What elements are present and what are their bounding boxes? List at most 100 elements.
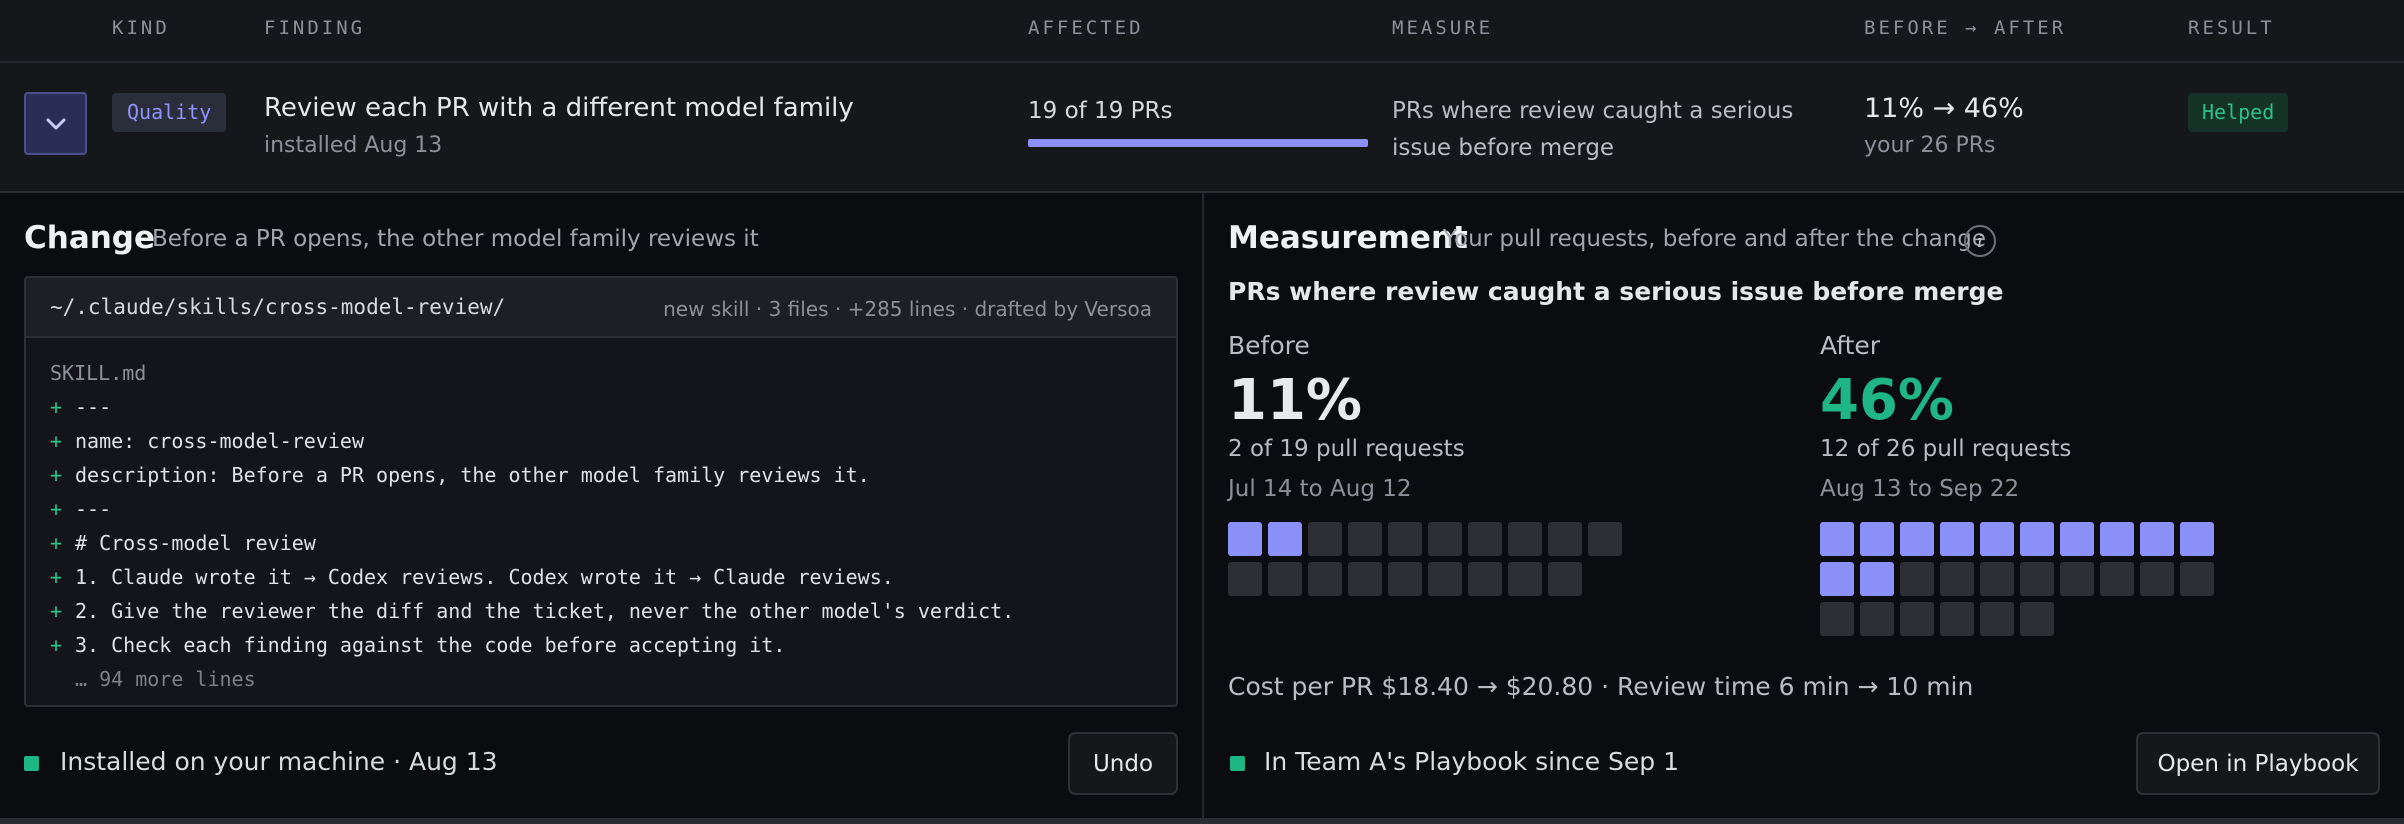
header-measure: MEASURE	[1392, 17, 1494, 39]
metric-title: PRs where review caught a serious issue …	[1228, 277, 2004, 306]
measurement-subtitle: Your pull requests, before and after the…	[1443, 226, 1987, 252]
pr-cell-caught	[1860, 562, 1894, 596]
pr-cell	[1588, 522, 1622, 556]
info-icon[interactable]: i	[1964, 225, 1996, 257]
pr-cell	[2020, 602, 2054, 636]
measure-text: PRs where review caught a serious issue …	[1392, 98, 1794, 161]
pr-cell	[1900, 562, 1934, 596]
pr-cell-caught	[1820, 562, 1854, 596]
code-more-lines[interactable]: … 94 more lines	[50, 662, 1014, 696]
pr-cell	[1268, 562, 1302, 596]
pr-cell	[1940, 562, 1974, 596]
after-count: 12 of 26 pull requests	[1820, 436, 2072, 462]
pr-cell	[2100, 562, 2134, 596]
code-preview: ~/.claude/skills/cross-model-review/ new…	[24, 276, 1178, 707]
after-value: 46%	[1820, 368, 1955, 433]
pr-cell	[1508, 562, 1542, 596]
pr-cell	[1428, 522, 1462, 556]
result-badge: Helped	[2188, 93, 2289, 132]
pr-cell	[2140, 562, 2174, 596]
pr-cell-caught	[1940, 522, 1974, 556]
pr-cell	[1820, 602, 1854, 636]
panel-divider	[1202, 193, 1204, 824]
finding-installed-date: installed Aug 13	[264, 133, 443, 158]
pr-cell	[1980, 562, 2014, 596]
pr-cell	[1348, 562, 1382, 596]
pr-cell	[1428, 562, 1462, 596]
header-before-after: BEFORE → AFTER	[1864, 17, 2067, 39]
bottom-border	[0, 818, 2404, 824]
pr-cell	[1900, 602, 1934, 636]
code-line: + name: cross-model-review	[50, 429, 364, 453]
before-after-sample: your 26 PRs	[1864, 133, 1996, 158]
installed-status-dot	[24, 756, 39, 771]
open-in-playbook-button[interactable]: Open in Playbook	[2136, 732, 2380, 795]
code-line: + # Cross-model review	[50, 531, 316, 555]
pr-cell	[1548, 562, 1582, 596]
pr-cell-caught	[2140, 522, 2174, 556]
header-result: RESULT	[2188, 17, 2275, 39]
before-after-value: 11% → 46%	[1864, 93, 2024, 124]
pr-cell	[1548, 522, 1582, 556]
table-header: KIND FINDING AFFECTED MEASURE BEFORE → A…	[0, 0, 2404, 63]
playbook-status-text: In Team A's Playbook since Sep 1	[1264, 747, 1680, 776]
code-body: SKILL.md + --- + name: cross-model-review …	[50, 356, 1014, 696]
pr-cell	[1388, 562, 1422, 596]
affected-progress-bar	[1028, 139, 1368, 147]
affected-count: 19 of 19 PRs	[1028, 98, 1173, 124]
pr-cell-caught	[1980, 522, 2014, 556]
code-line: + description: Before a PR opens, the oth…	[50, 463, 870, 487]
after-label: After	[1820, 331, 1881, 360]
pr-cell	[2060, 562, 2094, 596]
code-line: + ---	[50, 395, 112, 419]
after-range: Aug 13 to Sep 22	[1820, 476, 2020, 502]
change-subtitle: Before a PR opens, the other model famil…	[152, 226, 759, 252]
chevron-down-icon	[46, 118, 65, 129]
pr-cell	[1308, 562, 1342, 596]
pr-cell	[1468, 562, 1502, 596]
code-path: ~/.claude/skills/cross-model-review/	[50, 295, 506, 319]
pr-cell	[1228, 562, 1262, 596]
table-row[interactable]: Quality Review each PR with a different …	[0, 63, 2404, 193]
pr-cell	[2180, 562, 2214, 596]
affected-progress-fill	[1028, 139, 1368, 147]
before-count: 2 of 19 pull requests	[1228, 436, 1465, 462]
code-preview-header: ~/.claude/skills/cross-model-review/ new…	[26, 278, 1176, 338]
pr-cell	[1860, 602, 1894, 636]
collapse-row-button[interactable]	[24, 92, 87, 155]
pr-cell	[1940, 602, 1974, 636]
code-line: + ---	[50, 497, 112, 521]
measurement-title: Measurement	[1228, 220, 1468, 256]
pr-cell	[1308, 522, 1342, 556]
before-range: Jul 14 to Aug 12	[1228, 476, 1412, 502]
header-affected: AFFECTED	[1028, 17, 1144, 39]
kind-badge: Quality	[112, 93, 227, 132]
pr-cell-caught	[1228, 522, 1262, 556]
pr-cell-caught	[1820, 522, 1854, 556]
finding-title: Review each PR with a different model fa…	[264, 93, 854, 123]
change-title: Change	[24, 220, 156, 256]
pr-cell-caught	[2020, 522, 2054, 556]
pr-cell	[1388, 522, 1422, 556]
pr-cell	[2020, 562, 2054, 596]
pr-cell-caught	[2180, 522, 2214, 556]
undo-button[interactable]: Undo	[1068, 732, 1178, 795]
pr-cell-caught	[1268, 522, 1302, 556]
cost-summary: Cost per PR $18.40 → $20.80 · Review tim…	[1228, 672, 1974, 701]
pr-cell-caught	[1860, 522, 1894, 556]
header-finding: FINDING	[264, 17, 366, 39]
code-file-name: SKILL.md	[50, 361, 147, 385]
before-label: Before	[1228, 331, 1310, 360]
code-line: +2. Give the reviewer the diff and the t…	[50, 599, 1015, 623]
before-value: 11%	[1228, 368, 1363, 433]
pr-cell	[1468, 522, 1502, 556]
pr-cell-caught	[2060, 522, 2094, 556]
playbook-status-dot	[1230, 756, 1245, 771]
header-kind: KIND	[112, 17, 170, 39]
code-line: +3. Check each finding against the code …	[50, 633, 786, 657]
pr-cell	[1508, 522, 1542, 556]
pr-cell-caught	[2100, 522, 2134, 556]
code-line: +1. Claude wrote it → Codex reviews. Cod…	[50, 565, 894, 589]
pr-cell	[1980, 602, 2014, 636]
pr-cell-caught	[1900, 522, 1934, 556]
